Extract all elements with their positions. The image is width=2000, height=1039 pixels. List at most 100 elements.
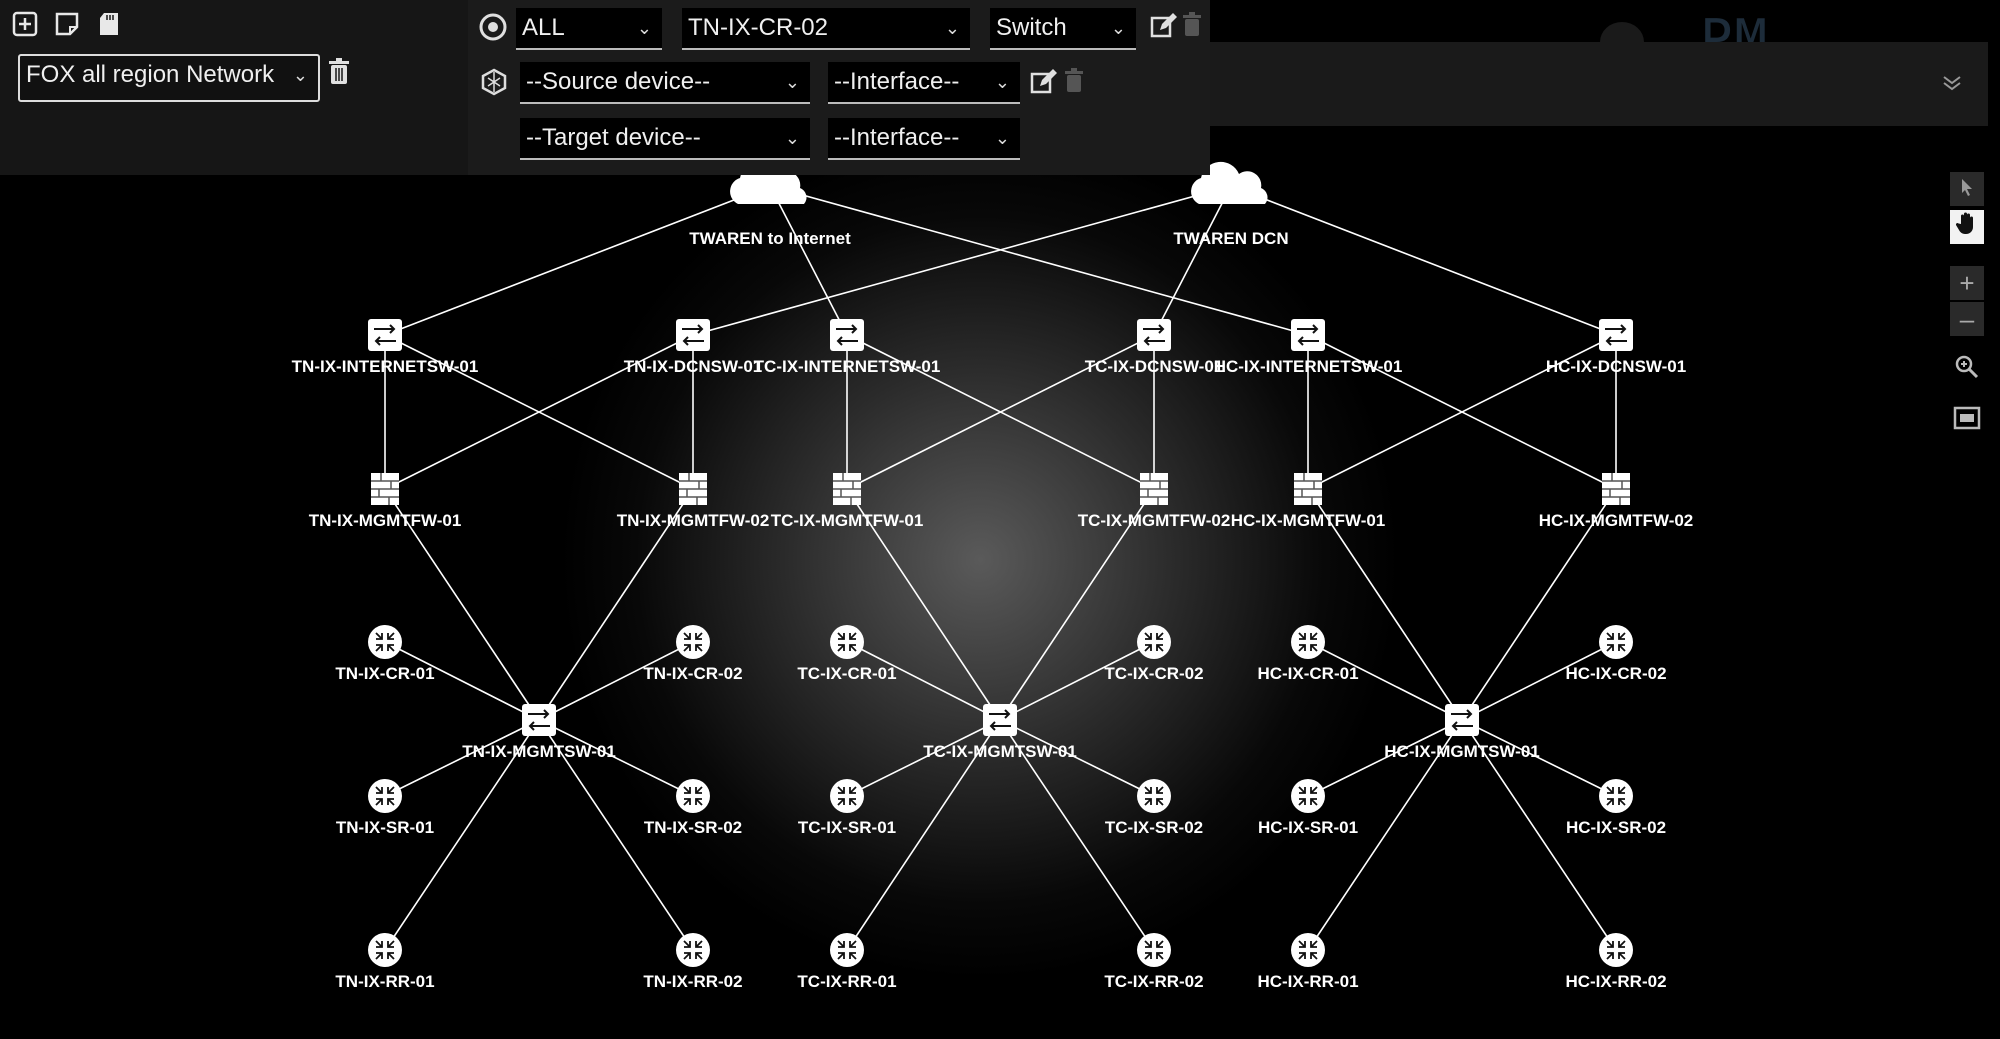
router-node[interactable]: TC-IX-CR-02: [1104, 625, 1204, 683]
source-device-select[interactable]: --Source device-- ⌄: [520, 62, 810, 104]
zoom-in-icon[interactable]: +: [1950, 266, 1984, 300]
node-label: TC-IX-CR-02: [1104, 664, 1203, 683]
node-label: HC-IX-INTERNETSW-01: [1214, 357, 1403, 376]
router-node[interactable]: HC-IX-CR-01: [1257, 625, 1359, 683]
node-label: HC-IX-DCNSW-01: [1546, 357, 1686, 376]
network-select[interactable]: FOX all region Network ⌄: [18, 54, 320, 102]
router-node[interactable]: TC-IX-SR-01: [798, 779, 896, 837]
firewall-node[interactable]: TN-IX-MGMTFW-02: [617, 473, 770, 530]
router-icon: [676, 625, 710, 659]
switch-icon: [830, 319, 864, 351]
router-icon: [1291, 625, 1325, 659]
device-select-value: TN-IX-CR-02: [688, 14, 829, 41]
node-label: TC-IX-RR-02: [1104, 972, 1203, 991]
add-icon[interactable]: [11, 11, 39, 39]
router-icon: [830, 625, 864, 659]
firewall-icon: [371, 473, 399, 505]
edit-device-icon[interactable]: [1150, 12, 1180, 42]
router-node[interactable]: TN-IX-RR-02: [643, 933, 743, 991]
router-node[interactable]: TN-IX-RR-01: [335, 933, 435, 991]
delete-device-icon[interactable]: [1180, 12, 1210, 42]
router-node[interactable]: TN-IX-CR-02: [643, 625, 743, 683]
link-c2-s2[interactable]: [692, 185, 1232, 336]
router-node[interactable]: TN-IX-CR-01: [335, 625, 435, 683]
chevron-down-icon: ⌄: [1110, 18, 1126, 38]
zoom-out-icon[interactable]: –: [1950, 302, 1984, 336]
collapse-icon[interactable]: [1940, 70, 1970, 100]
router-icon: [830, 933, 864, 967]
source-device-value: --Source device--: [526, 68, 711, 95]
switch-node[interactable]: HC-IX-MGMTSW-01: [1384, 704, 1540, 761]
pointer-tool-icon[interactable]: [1950, 172, 1984, 206]
router-node[interactable]: TC-IX-RR-01: [797, 933, 897, 991]
firewall-node[interactable]: HC-IX-MGMTFW-02: [1539, 473, 1694, 530]
firewall-icon: [1140, 473, 1168, 505]
switch-icon: [1291, 319, 1325, 351]
link-c2-s4[interactable]: [1153, 185, 1232, 336]
switch-icon: [522, 704, 556, 736]
router-node[interactable]: HC-IX-SR-02: [1566, 779, 1666, 837]
router-node[interactable]: TN-IX-SR-02: [644, 779, 742, 837]
router-icon: [368, 933, 402, 967]
node-label: HC-IX-MGMTFW-02: [1539, 511, 1694, 530]
node-label: HC-IX-SR-02: [1566, 818, 1666, 837]
scope-select[interactable]: ALL ⌄: [516, 8, 662, 50]
node-label: TC-IX-CR-01: [797, 664, 896, 683]
delete-link-icon[interactable]: [1062, 68, 1092, 98]
source-interface-select[interactable]: --Interface-- ⌄: [828, 62, 1020, 104]
switch-node[interactable]: TN-IX-DCNSW-01: [624, 319, 763, 376]
switch-node[interactable]: TC-IX-MGMTSW-01: [923, 704, 1077, 761]
chevron-down-icon: ⌄: [636, 18, 652, 38]
router-node[interactable]: TC-IX-RR-02: [1104, 933, 1204, 991]
edit-link-icon[interactable]: [1030, 68, 1060, 98]
zoom-region-icon[interactable]: [1950, 354, 1984, 388]
router-node[interactable]: HC-IX-CR-02: [1565, 625, 1667, 683]
link-c1-s3[interactable]: [769, 185, 848, 336]
type-select-value: Switch: [996, 14, 1067, 41]
router-node[interactable]: HC-IX-RR-02: [1565, 933, 1667, 991]
router-icon: [830, 779, 864, 813]
node-label: HC-IX-RR-02: [1565, 972, 1666, 991]
router-node[interactable]: TC-IX-CR-01: [797, 625, 897, 683]
type-select[interactable]: Switch ⌄: [990, 8, 1136, 50]
switch-node[interactable]: HC-IX-INTERNETSW-01: [1214, 319, 1403, 376]
firewall-node[interactable]: HC-IX-MGMTFW-01: [1231, 473, 1386, 530]
node-label: TN-IX-INTERNETSW-01: [292, 357, 479, 376]
switch-node[interactable]: TC-IX-DCNSW-01: [1085, 319, 1224, 376]
node-label: HC-IX-SR-01: [1258, 818, 1358, 837]
link-c1-s5[interactable]: [769, 185, 1309, 336]
link-c1-s1[interactable]: [384, 185, 771, 336]
node-label: HC-IX-MGMTSW-01: [1384, 742, 1539, 761]
switch-icon: [676, 319, 710, 351]
delete-network-icon[interactable]: [326, 58, 356, 88]
target-interface-select[interactable]: --Interface-- ⌄: [828, 118, 1020, 160]
link-icon: [480, 68, 510, 98]
chevron-down-icon: ⌄: [994, 128, 1010, 148]
link-c2-s6[interactable]: [1230, 185, 1617, 336]
sd-card-icon[interactable]: [95, 11, 123, 39]
switch-node[interactable]: TN-IX-MGMTSW-01: [462, 704, 616, 761]
firewall-node[interactable]: TC-IX-MGMTFW-01: [771, 473, 924, 530]
firewall-node[interactable]: TN-IX-MGMTFW-01: [309, 473, 462, 530]
node-label: TN-IX-RR-02: [643, 972, 742, 991]
router-node[interactable]: TN-IX-SR-01: [336, 779, 434, 837]
switch-node[interactable]: TC-IX-INTERNETSW-01: [754, 319, 941, 376]
router-node[interactable]: HC-IX-SR-01: [1258, 779, 1358, 837]
node-label: HC-IX-CR-02: [1565, 664, 1666, 683]
node-label: TC-IX-MGMTSW-01: [923, 742, 1077, 761]
pan-tool-icon[interactable]: [1950, 210, 1984, 244]
target-device-select[interactable]: --Target device-- ⌄: [520, 118, 810, 160]
network-panel: FOX all region Network ⌄: [0, 0, 508, 175]
device-select[interactable]: TN-IX-CR-02 ⌄: [682, 8, 970, 50]
switch-node[interactable]: HC-IX-DCNSW-01: [1546, 319, 1686, 376]
router-icon: [676, 933, 710, 967]
router-node[interactable]: TC-IX-SR-02: [1105, 779, 1203, 837]
note-icon[interactable]: [53, 11, 81, 39]
firewall-node[interactable]: TC-IX-MGMTFW-02: [1078, 473, 1231, 530]
switch-node[interactable]: TN-IX-INTERNETSW-01: [292, 319, 479, 376]
node-label: TWAREN DCN: [1173, 229, 1288, 248]
target-device-value: --Target device--: [526, 124, 701, 151]
fit-view-icon[interactable]: [1950, 404, 1984, 438]
node-label: TC-IX-DCNSW-01: [1085, 357, 1224, 376]
router-node[interactable]: HC-IX-RR-01: [1257, 933, 1359, 991]
